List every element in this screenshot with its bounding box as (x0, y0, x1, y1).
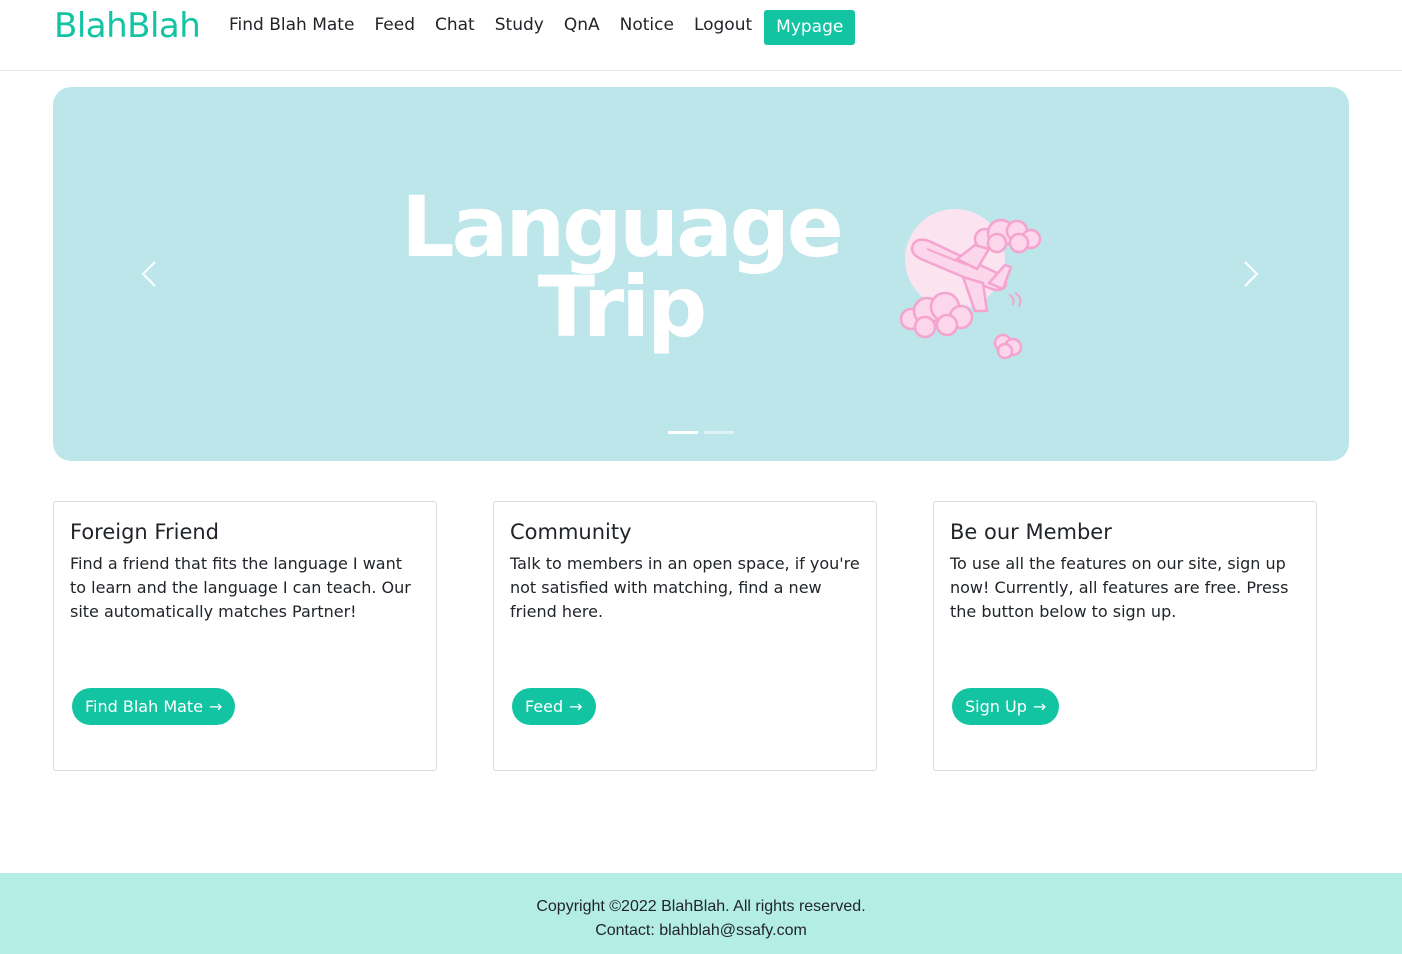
find-blah-mate-button[interactable]: Find Blah Mate → (72, 688, 236, 725)
feed-button[interactable]: Feed → (512, 688, 596, 725)
chevron-right-icon (1244, 261, 1259, 287)
carousel-indicators (668, 431, 734, 434)
hero-title-line2: Trip (537, 258, 707, 356)
airplane-illustration (899, 209, 1042, 360)
arrow-right-icon: → (569, 697, 583, 716)
card-title: Foreign Friend (70, 520, 219, 544)
footer-copyright: Copyright ©2022 BlahBlah. All rights res… (536, 898, 866, 915)
nav-qna[interactable]: QnA (554, 15, 610, 35)
card-text: Find a friend that fits the language I w… (70, 554, 411, 621)
carousel-prev-button[interactable] (129, 247, 169, 302)
hero-title: Language Trip (401, 178, 844, 356)
card-foreign-friend: Foreign Friend Find a friend that fits t… (53, 501, 437, 771)
card-be-our-member: Be our Member To use all the features on… (933, 501, 1317, 771)
carousel-next-button[interactable] (1231, 247, 1271, 302)
footer-contact: Contact: blahblah@ssafy.com (595, 922, 807, 939)
hero-carousel: Language Trip (53, 87, 1349, 461)
button-label: Feed (525, 697, 564, 716)
button-label: Find Blah Mate (85, 697, 204, 716)
hero-title-line1: Language (401, 178, 844, 276)
arrow-right-icon: → (1032, 697, 1047, 716)
nav-feed[interactable]: Feed (364, 15, 425, 35)
sign-up-button[interactable]: Sign Up → (952, 688, 1060, 725)
card-title: Be our Member (950, 520, 1112, 544)
arrow-right-icon: → (209, 697, 223, 716)
brand-logo[interactable]: BlahBlah (54, 6, 201, 46)
nav-logout[interactable]: Logout (684, 15, 762, 35)
card-community: Community Talk to members in an open spa… (493, 501, 877, 771)
card-title: Community (510, 520, 632, 544)
button-label: Sign Up (965, 697, 1027, 716)
mypage-button[interactable]: Mypage (764, 9, 856, 45)
footer: Copyright ©2022 BlahBlah. All rights res… (0, 873, 1402, 954)
main-nav: Find Blah Mate Feed Chat Study QnA Notic… (219, 0, 856, 50)
carousel-indicator-1[interactable] (668, 431, 698, 434)
nav-chat[interactable]: Chat (425, 15, 485, 35)
nav-notice[interactable]: Notice (610, 15, 684, 35)
top-navbar: BlahBlah Find Blah Mate Feed Chat Study … (0, 0, 1402, 71)
card-text: To use all the features on our site, sig… (950, 554, 1289, 621)
nav-find-blah-mate[interactable]: Find Blah Mate (219, 15, 364, 35)
carousel-indicator-2[interactable] (704, 431, 734, 434)
card-text: Talk to members in an open space, if you… (510, 554, 860, 621)
nav-study[interactable]: Study (485, 15, 554, 35)
chevron-left-icon (141, 261, 156, 287)
